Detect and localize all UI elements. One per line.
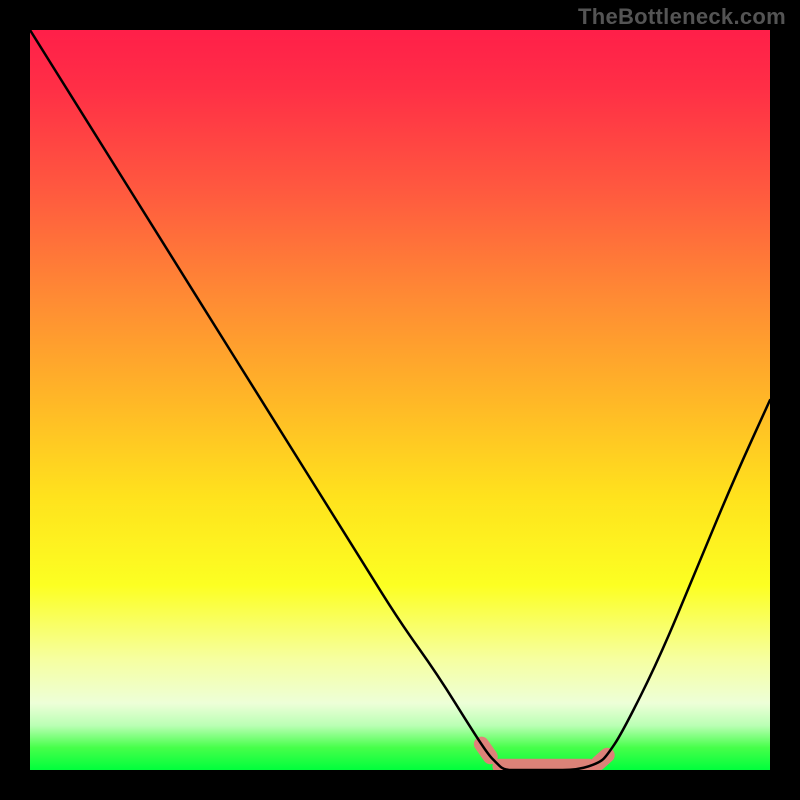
watermark-text: TheBottleneck.com bbox=[578, 4, 786, 30]
bottleneck-curve-line bbox=[30, 30, 770, 770]
chart-frame: TheBottleneck.com bbox=[0, 0, 800, 800]
plot-area bbox=[30, 30, 770, 770]
curve-svg bbox=[30, 30, 770, 770]
